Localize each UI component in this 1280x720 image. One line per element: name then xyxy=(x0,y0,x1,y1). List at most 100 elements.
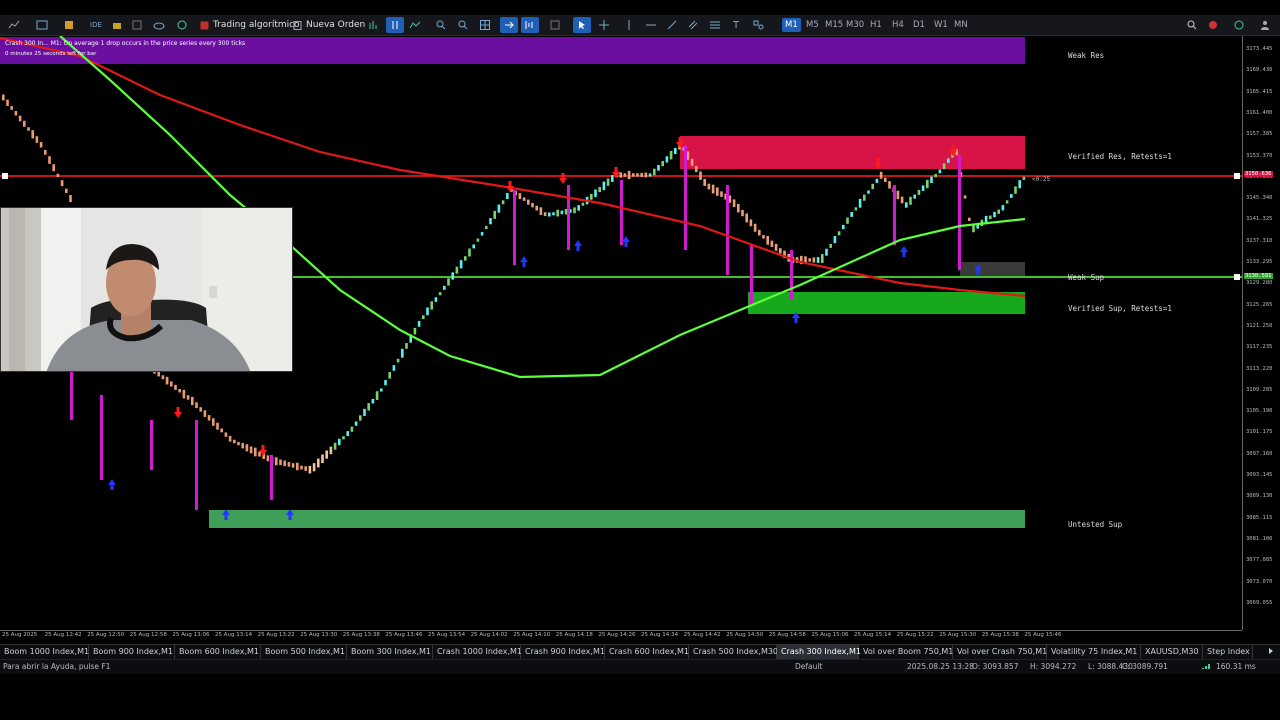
cursor-icon[interactable] xyxy=(573,17,591,33)
symbol-tab[interactable]: Boom 1000 Index,M1 xyxy=(0,645,89,659)
current-price-tag: 3150.636 xyxy=(1244,171,1273,177)
candle xyxy=(829,243,832,248)
time-axis-label: 25 Aug 12:50 xyxy=(87,632,125,638)
price-axis-label: 3173.445 xyxy=(1246,46,1273,52)
market-icon[interactable] xyxy=(110,17,124,33)
symbol-tab[interactable]: Crash 600 Index,M1 xyxy=(605,645,689,659)
tabs-scroll-right-icon[interactable] xyxy=(1266,645,1276,657)
price-axis-label: 3105.190 xyxy=(1246,408,1273,415)
grid-icon[interactable] xyxy=(478,17,492,33)
time-axis[interactable]: 25 Aug 2025 25 Aug 12:42 25 Aug 12:50 25 Au… xyxy=(0,630,1242,643)
candle xyxy=(455,266,459,274)
symbol-tab[interactable]: Boom 900 Index,M1 xyxy=(89,645,175,659)
time-axis-label: 25 Aug 13:38 xyxy=(342,632,380,638)
time-axis-label: 25 Aug 15:38 xyxy=(981,632,1019,638)
shapes-icon[interactable] xyxy=(750,17,768,33)
vertical-line-icon[interactable] xyxy=(622,17,636,33)
candle xyxy=(657,164,660,171)
candle xyxy=(749,219,753,227)
candle xyxy=(732,199,736,208)
new-order-button[interactable]: Nueva Orden xyxy=(293,18,365,32)
symbol-tab[interactable]: Crash 500 Index,M30 xyxy=(689,645,778,659)
symbol-tab[interactable]: Crash 900 Index,M1 xyxy=(521,645,605,659)
timeframe-d1[interactable]: D1 xyxy=(910,18,928,32)
timeframe-m30[interactable]: M30 xyxy=(843,18,867,32)
chart-shift-icon[interactable] xyxy=(521,17,539,33)
profile-icon[interactable] xyxy=(62,17,76,33)
spike-bar xyxy=(620,180,623,245)
price-axis[interactable]: 3173.445 3169.430 3165.415 3161.400 3157.385… xyxy=(1242,36,1280,630)
status-close: C: 3089.791 xyxy=(1122,662,1168,671)
ide-icon[interactable]: IDE xyxy=(88,17,104,33)
candle xyxy=(590,194,593,200)
candle xyxy=(632,173,635,177)
candle xyxy=(539,207,543,216)
symbol-tab[interactable]: XAUUSD,M30 xyxy=(1141,645,1203,659)
candle xyxy=(858,198,862,208)
symbol-tab[interactable]: Step Index xyxy=(1203,645,1253,659)
search-icon[interactable] xyxy=(1185,17,1199,33)
candle xyxy=(23,120,26,127)
status-high: H: 3094.272 xyxy=(1030,662,1077,671)
candle xyxy=(753,223,757,232)
candle xyxy=(451,272,454,280)
history-icon[interactable] xyxy=(130,17,144,33)
symbol-tab[interactable]: Volatility 75 Index,M1 xyxy=(1047,645,1141,659)
candle xyxy=(968,217,971,222)
line-handle-left[interactable] xyxy=(2,173,8,179)
symbol-tabs: Boom 1000 Index,M1 Boom 900 Index,M1 Boom … xyxy=(0,644,1280,659)
depth-icon[interactable] xyxy=(366,17,380,33)
indicators-icon[interactable] xyxy=(548,17,562,33)
symbol-tab[interactable]: Vol over Boom 750,M1 xyxy=(859,645,953,659)
zoom-out-icon[interactable] xyxy=(456,17,470,33)
candle xyxy=(212,418,215,426)
symbol-tab[interactable]: Vol over Crash 750,M1 xyxy=(953,645,1047,659)
timeframe-h4[interactable]: H4 xyxy=(889,18,907,32)
chart-type-icon[interactable] xyxy=(6,17,22,33)
timeframe-h1[interactable]: H1 xyxy=(867,18,885,32)
symbol-tab[interactable]: Boom 600 Index,M1 xyxy=(175,645,261,659)
symbol-tab[interactable]: Crash 1000 Index,M1 xyxy=(433,645,522,659)
candle xyxy=(52,164,55,172)
autoscroll-icon[interactable] xyxy=(500,17,518,33)
text-tool-icon[interactable]: T xyxy=(729,17,743,33)
support-handle-right[interactable] xyxy=(1234,274,1240,280)
trendline-icon[interactable] xyxy=(665,17,679,33)
symbol-tab[interactable]: Boom 300 Index,M1 xyxy=(347,645,433,659)
candle xyxy=(1010,194,1013,198)
timeframe-m1[interactable]: M1 xyxy=(782,18,801,32)
candle xyxy=(384,380,387,386)
signals-icon[interactable] xyxy=(1232,17,1246,33)
candles-icon[interactable] xyxy=(386,17,404,33)
candle xyxy=(10,106,13,110)
line-handle-right[interactable] xyxy=(1234,173,1240,179)
algo-trading-button[interactable]: Trading algorítmico xyxy=(200,18,300,32)
candle xyxy=(430,301,433,310)
cloud-icon[interactable] xyxy=(152,17,166,33)
timeframe-w1[interactable]: W1 xyxy=(931,18,951,32)
candle xyxy=(178,388,181,393)
channel-icon[interactable] xyxy=(686,17,700,33)
candle xyxy=(972,224,975,233)
timeframe-mn[interactable]: MN xyxy=(951,18,971,32)
candle xyxy=(254,447,257,457)
account-icon[interactable] xyxy=(1258,17,1272,33)
time-axis-label: 25 Aug 14:58 xyxy=(768,632,806,638)
timeframe-m5[interactable]: M5 xyxy=(803,18,822,32)
globe-icon[interactable] xyxy=(175,17,189,33)
zoom-in-icon[interactable] xyxy=(434,17,448,33)
notifications-icon[interactable] xyxy=(1206,17,1220,33)
candle xyxy=(44,149,47,155)
symbol-tab[interactable]: Boom 500 Index,M1 xyxy=(261,645,347,659)
symbol-tab[interactable]: Crash 300 Index,M1 xyxy=(777,645,861,659)
templates-icon[interactable] xyxy=(34,17,50,33)
candle xyxy=(606,178,610,186)
fibonacci-icon[interactable] xyxy=(708,17,722,33)
horizontal-line-icon[interactable] xyxy=(644,17,658,33)
weak-sup-label: Weak Sup xyxy=(1068,273,1105,282)
candle xyxy=(321,454,324,464)
candle xyxy=(216,422,219,430)
line-chart-icon[interactable] xyxy=(408,17,422,33)
crosshair-icon[interactable] xyxy=(597,17,611,33)
chart-header-line2: 0 minutes 25 seconds left for bar xyxy=(5,51,97,57)
